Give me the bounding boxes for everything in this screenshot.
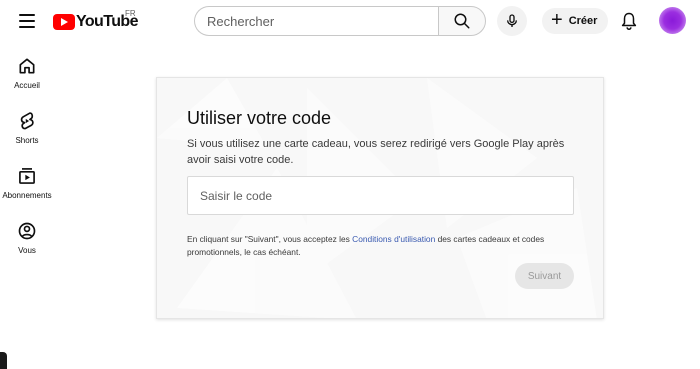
terms-notice: En cliquant sur "Suivant", vous acceptez… — [187, 233, 579, 258]
code-input[interactable] — [200, 188, 573, 203]
youtube-play-icon — [53, 14, 75, 30]
account-avatar[interactable] — [659, 7, 686, 34]
terms-link[interactable]: Conditions d'utilisation — [352, 234, 435, 244]
guide-label-shorts: Shorts — [15, 136, 39, 145]
redeem-code-dialog: Utiliser votre code Si vous utilisez une… — [156, 77, 604, 319]
notifications-button[interactable] — [617, 8, 641, 34]
masthead: YouTube FR + Créer — [0, 0, 700, 42]
dialog-title: Utiliser votre code — [187, 108, 332, 128]
voice-search-button[interactable] — [497, 6, 527, 36]
dialog-description: Si vous utilisez une carte cadeau, vous … — [187, 138, 565, 166]
search-box — [194, 6, 439, 36]
menu-icon[interactable] — [17, 12, 37, 30]
next-button[interactable]: Suivant — [515, 263, 574, 289]
guide-label-you: Vous — [18, 246, 36, 255]
bell-icon — [621, 12, 637, 30]
youtube-redeem-page: YouTube FR + Créer — [0, 0, 700, 369]
search-icon — [454, 13, 470, 29]
guide-item-home[interactable]: Accueil — [0, 55, 54, 103]
create-button[interactable]: + Créer — [542, 8, 608, 34]
guide-item-shorts[interactable]: Shorts — [0, 110, 54, 158]
plus-icon: + — [551, 9, 563, 31]
home-icon — [16, 55, 38, 77]
guide-item-subscriptions[interactable]: Abonnements — [0, 165, 54, 213]
country-code: FR — [125, 9, 136, 18]
guide-label-home: Accueil — [14, 81, 40, 90]
terms-prefix: En cliquant sur "Suivant", vous acceptez… — [187, 234, 353, 244]
shorts-icon — [16, 110, 38, 132]
microphone-icon — [507, 14, 517, 27]
corner-fragment — [0, 352, 7, 369]
create-label: Créer — [568, 15, 598, 27]
subscriptions-icon — [16, 165, 38, 187]
search-input[interactable] — [207, 13, 439, 29]
guide-item-you[interactable]: Vous — [0, 220, 54, 268]
guide-label-subscriptions: Abonnements — [2, 191, 52, 200]
account-icon — [16, 220, 38, 242]
search-button[interactable] — [438, 6, 486, 36]
code-field — [187, 176, 574, 215]
